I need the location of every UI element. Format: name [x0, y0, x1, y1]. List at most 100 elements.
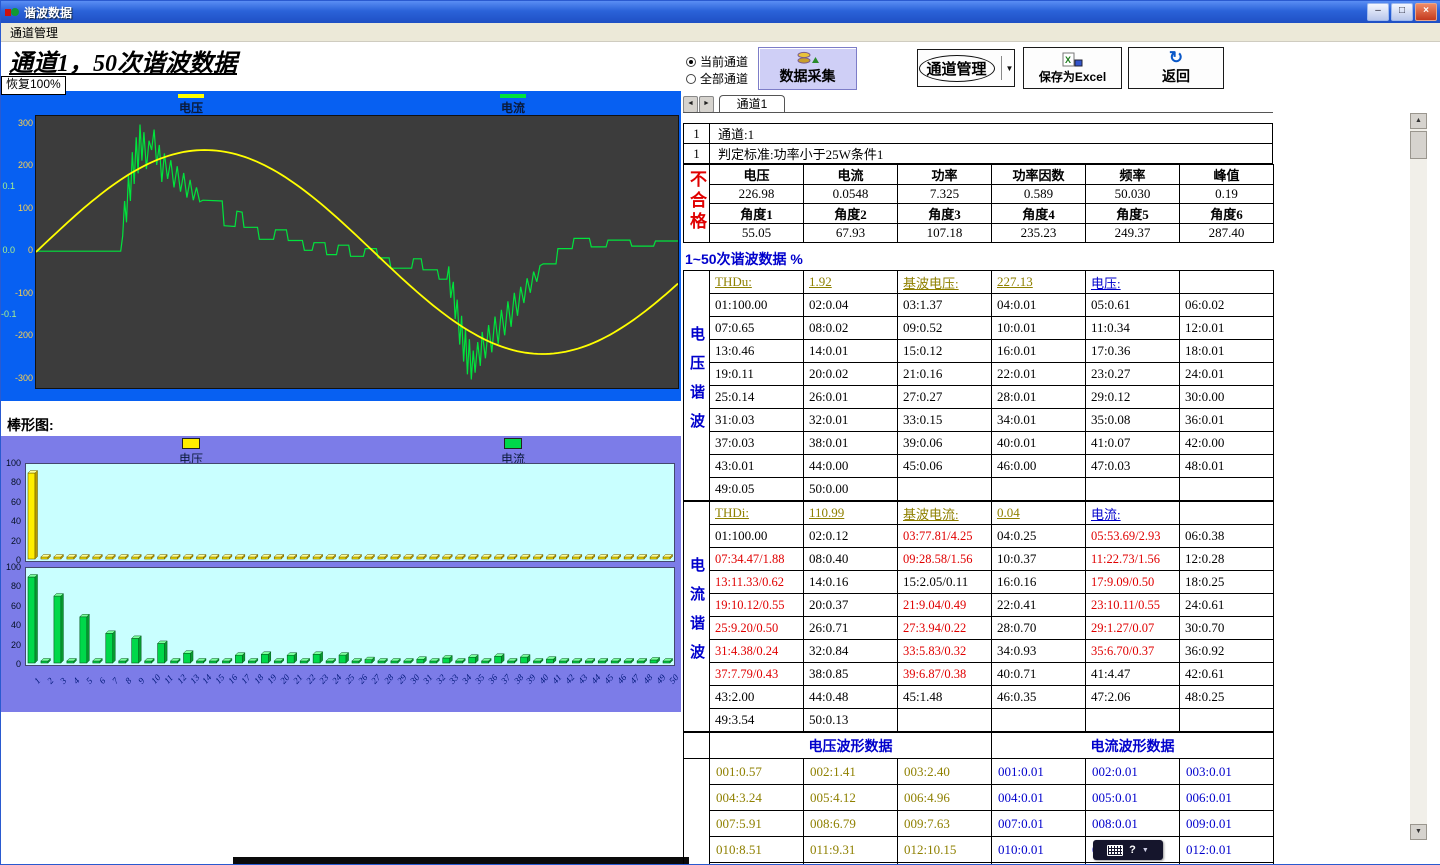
voltage-bars-svg: [26, 464, 674, 561]
harmonic-bar: [585, 661, 592, 663]
data-collect-icon: [796, 51, 820, 66]
current-waveform-cell: 012:0.01: [1180, 837, 1274, 863]
harmonic-bar: [404, 661, 411, 663]
voltage-waveform-cell: 009:7.63: [898, 811, 992, 837]
radio-current-channel[interactable]: 当前通道: [686, 53, 748, 70]
bar-x-label: 49: [654, 672, 667, 685]
scrollbar-up-button[interactable]: ▲: [1410, 113, 1427, 129]
tab-channel-1[interactable]: 通道1: [719, 95, 785, 113]
harmonic-bar: [41, 661, 48, 663]
harmonic-bar: [287, 655, 294, 663]
voltage-waveform-cell: 010:8.51: [710, 837, 804, 863]
harmonic-bar: [482, 557, 489, 559]
harmonic-cell: 03:1.37: [898, 294, 992, 317]
harmonic-cell: 02:0.04: [804, 294, 898, 317]
harmonic-cell: 227.13: [992, 271, 1086, 294]
harmonic-cell: 10:0.37: [992, 548, 1086, 571]
ime-toolbar[interactable]: ? ▼: [1093, 840, 1163, 860]
save-excel-button[interactable]: X 保存为Excel: [1023, 47, 1122, 89]
harmonic-bar: [209, 661, 216, 663]
close-button[interactable]: ×: [1415, 3, 1437, 21]
bar-x-label: 22: [304, 672, 317, 685]
harmonic-cell: 03:77.81/4.25: [898, 525, 992, 548]
data-collect-button[interactable]: 数据采集: [758, 47, 857, 90]
harmonic-cell: 46:0.35: [992, 686, 1086, 709]
harmonic-cell: 16:0.01: [992, 340, 1086, 363]
waveform-chart-panel: 电压 电流 0.1 0.0 -0.1 300 200 100 0 -100 -2…: [1, 91, 681, 401]
harmonic-bar: [378, 557, 385, 559]
harmonic-bar: [119, 661, 126, 663]
minimize-button[interactable]: –: [1367, 3, 1389, 21]
radio-all-channels[interactable]: 全部通道: [686, 70, 748, 87]
bar-x-label: 41: [550, 672, 563, 685]
bar-x-label: 40: [537, 672, 550, 685]
current-waveform-cell: 008:0.01: [1086, 811, 1180, 837]
harmonic-cell: 44:0.48: [804, 686, 898, 709]
harmonic-bar: [417, 659, 424, 663]
harmonic-cell: 11:0.34: [1086, 317, 1180, 340]
current-waveform-cell: 010:0.01: [992, 837, 1086, 863]
voltage-axis-tick: 100: [15, 203, 33, 213]
harmonic-cell: 42:0.00: [1180, 432, 1274, 455]
harmonic-bar: [222, 557, 229, 559]
bar-x-label: 3: [58, 676, 68, 686]
bar-x-label: 43: [576, 672, 589, 685]
harmonic-cell: 41:4.47: [1086, 663, 1180, 686]
back-button[interactable]: ↻ 返回: [1128, 47, 1224, 89]
harmonic-bar: [54, 596, 61, 663]
channel-info-table: 1 通道:1 1 判定标准:功率小于25W条件1: [683, 123, 1273, 164]
harmonic-bar: [209, 557, 216, 559]
harmonic-bar: [430, 661, 437, 663]
voltage-axis-tick: 200: [15, 160, 33, 170]
bar-x-label: 7: [110, 676, 120, 686]
voltage-harmonic-bar-chart: [25, 463, 675, 562]
menu-channel-management[interactable]: 通道管理: [1, 23, 67, 42]
harmonic-cell: [1086, 478, 1180, 501]
harmonic-bar: [158, 643, 165, 663]
bar-x-label: 4: [71, 676, 81, 686]
current-waveform-cell: 002:0.01: [1086, 759, 1180, 785]
help-icon[interactable]: ?: [1129, 844, 1136, 856]
harmonic-bar: [495, 656, 502, 663]
harmonic-bar: [443, 658, 450, 663]
current-waveform-cell: 009:0.01: [1180, 811, 1274, 837]
voltage-bar-swatch: [182, 438, 200, 449]
tab-scroll-right-button[interactable]: ►: [699, 96, 714, 113]
harmonic-cell: 22:0.41: [992, 594, 1086, 617]
harmonic-bar: [404, 557, 411, 559]
measurement-value-cell: 226.98: [710, 185, 804, 204]
scrollbar-thumb[interactable]: [1410, 131, 1427, 159]
voltage-axis-tick: 300: [15, 118, 33, 128]
keyboard-icon[interactable]: [1107, 845, 1123, 856]
harmonic-bar-side: [35, 471, 38, 560]
harmonic-cell: 13:11.33/0.62: [710, 571, 804, 594]
harmonic-bar: [456, 661, 463, 663]
harmonic-bar: [637, 557, 644, 559]
channel-manage-button[interactable]: 通道管理 ▼: [917, 49, 1015, 87]
harmonic-cell: 14:0.01: [804, 340, 898, 363]
harmonic-bar: [28, 473, 35, 559]
harmonic-section-title: 1~50次谐波数据 %: [683, 243, 1409, 270]
maximize-button[interactable]: □: [1391, 3, 1413, 21]
measurement-header-cell: 角度3: [898, 204, 992, 224]
harmonic-bar: [132, 638, 139, 663]
restore-zoom-button[interactable]: 恢复100%: [1, 76, 66, 95]
harmonic-bar: [80, 617, 87, 663]
current-axis-tick: -0.1: [1, 309, 15, 319]
harmonic-bar: [145, 557, 152, 559]
ime-dropdown-icon[interactable]: ▼: [1142, 847, 1149, 854]
harmonic-bar: [28, 577, 35, 663]
harmonic-cell: 16:0.16: [992, 571, 1086, 594]
bar-x-label: 9: [136, 676, 146, 686]
bar-x-label: 26: [356, 672, 369, 685]
harmonic-cell: 41:0.07: [1086, 432, 1180, 455]
bar-x-label: 2: [45, 676, 55, 686]
harmonic-bar: [132, 557, 139, 559]
bar-x-label: 31: [421, 672, 434, 685]
title-bar[interactable]: 谐波数据 – □ ×: [1, 1, 1440, 23]
scrollbar-down-button[interactable]: ▼: [1410, 824, 1427, 840]
harmonic-cell: 05:0.61: [1086, 294, 1180, 317]
vertical-scrollbar[interactable]: ▲ ▼: [1410, 113, 1427, 840]
chevron-down-icon[interactable]: ▼: [1006, 64, 1014, 73]
tab-scroll-left-button[interactable]: ◄: [683, 96, 698, 113]
